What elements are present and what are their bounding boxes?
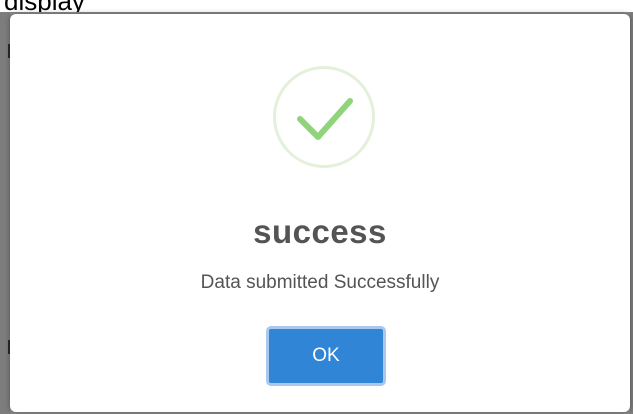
dialog-message: Data submitted Successfully [200, 272, 440, 293]
background-page: display [0, 0, 633, 12]
dialog-title: success [253, 213, 387, 250]
ok-button[interactable]: OK [266, 326, 386, 386]
success-dialog: success Data submitted Successfully OK [10, 14, 630, 412]
background-heading: display [4, 0, 85, 12]
checkmark-glyph [297, 98, 353, 140]
checkmark-icon [273, 66, 375, 168]
backdrop-left [0, 12, 10, 414]
